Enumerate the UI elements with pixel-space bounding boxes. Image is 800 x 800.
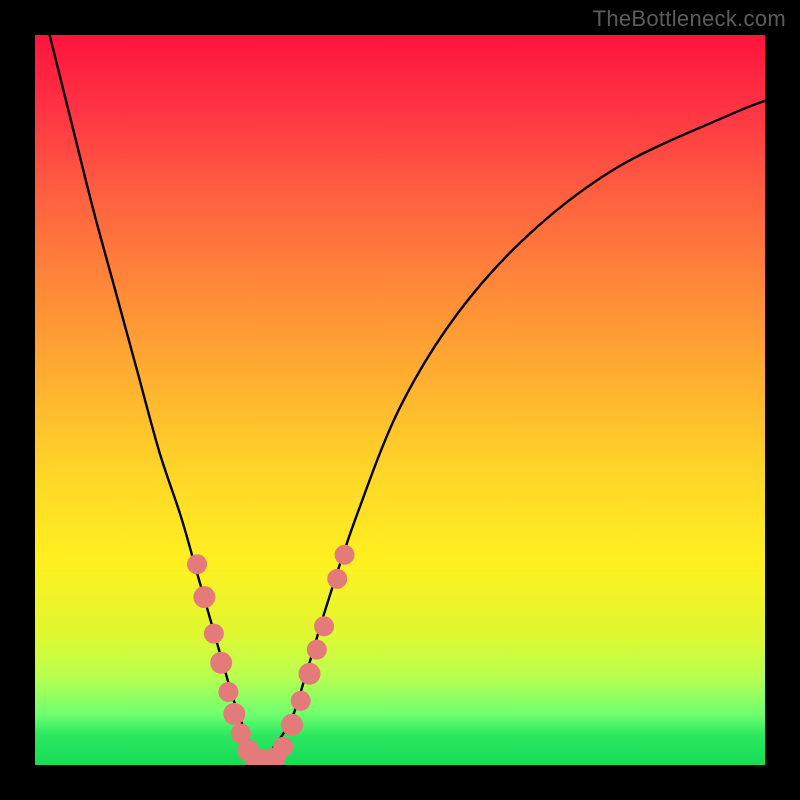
curve-marker [327,569,347,589]
curve-marker [218,682,238,702]
curve-marker [335,545,355,565]
curve-marker [314,616,334,636]
plot-area [35,35,765,765]
curve-markers [187,545,354,765]
curve-marker [298,663,320,685]
curve-marker [223,703,245,725]
curve-marker [210,652,232,674]
curve-marker [307,640,327,660]
curve-marker [291,691,311,711]
curve-marker [273,737,293,757]
curve-marker [187,554,207,574]
watermark-text: TheBottleneck.com [593,6,786,32]
curve-layer [35,35,765,765]
curve-marker [193,586,215,608]
chart-frame: TheBottleneck.com [0,0,800,800]
curve-marker [204,624,224,644]
bottleneck-curve [50,35,765,761]
curve-marker [281,714,303,736]
